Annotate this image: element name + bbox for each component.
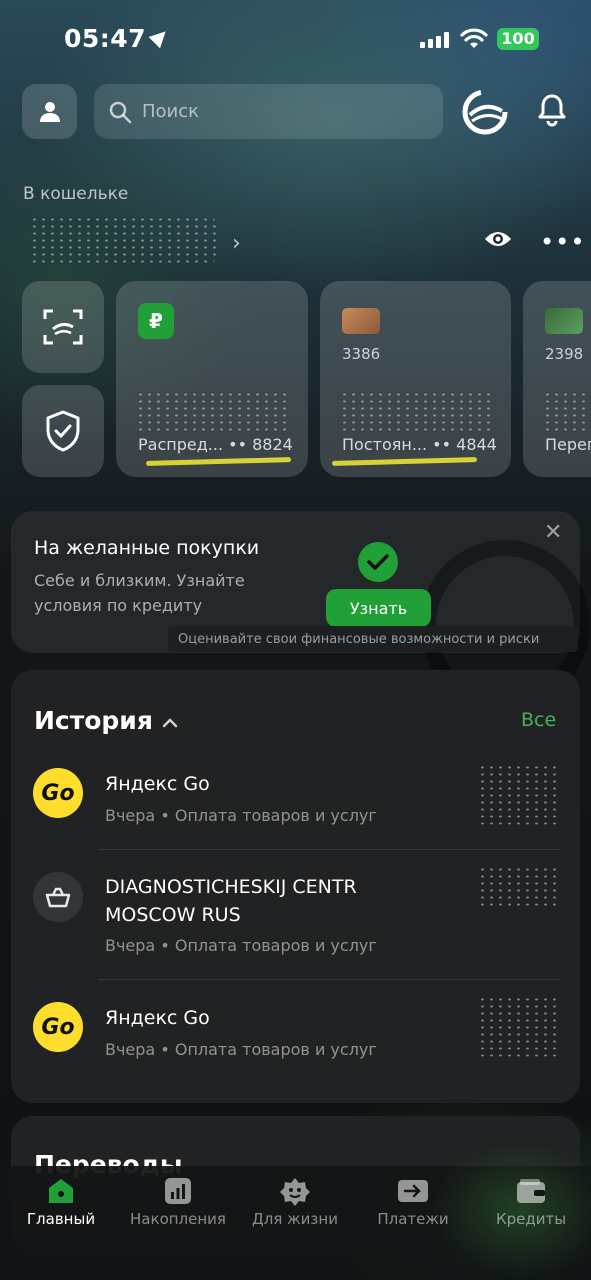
assistant-logo-icon[interactable]	[462, 89, 508, 135]
promo-disclaimer: Оценивайте свои финансовые возможности и…	[168, 626, 578, 652]
bank-card-icon	[342, 308, 380, 334]
tab-label: Кредиты	[495, 1210, 567, 1228]
bank-card-icon	[545, 308, 583, 334]
card-name: Постоян... •• 4844	[342, 435, 497, 454]
tab-label: Накопления	[130, 1210, 226, 1228]
wallet-label: В кошельке	[23, 184, 129, 204]
tab-home[interactable]: Главный	[6, 1176, 116, 1228]
eye-icon[interactable]	[484, 227, 512, 251]
wifi-icon	[460, 28, 488, 48]
history-item-title: DIAGNOSTICHESKIJ CENTR MOSCOW RUS	[105, 876, 357, 926]
card-balance-hidden	[340, 391, 490, 431]
highlight-underline	[145, 457, 292, 466]
tab-label: Платежи	[377, 1210, 449, 1228]
tab-savings[interactable]: Накопления	[123, 1176, 233, 1228]
scan-icon	[43, 309, 83, 345]
card-third[interactable]: 2398 Перег	[523, 281, 591, 477]
highlight-underline	[331, 457, 478, 466]
qr-scan-button[interactable]	[22, 281, 104, 373]
profile-button[interactable]	[22, 84, 77, 139]
home-icon	[49, 1179, 73, 1203]
status-time: 05:47	[64, 24, 172, 53]
divider	[98, 979, 560, 980]
tab-payments[interactable]: Платежи	[358, 1176, 468, 1228]
card-balance-hidden	[136, 391, 286, 431]
chevron-right-icon[interactable]: ›	[232, 231, 241, 256]
tab-credits[interactable]: Кредиты	[476, 1176, 586, 1228]
user-icon	[39, 101, 60, 122]
yandex-go-icon: Go	[33, 768, 83, 818]
card-name: Распред... •• 8824	[138, 435, 293, 454]
card-name: Перег	[545, 435, 591, 454]
card-number: 3386	[342, 345, 381, 363]
tab-label: Для жизни	[252, 1210, 338, 1228]
close-icon[interactable]: ✕	[544, 520, 562, 545]
history-item-amount-hidden	[478, 996, 558, 1060]
shield-icon	[46, 410, 80, 452]
search-placeholder: Поиск	[142, 101, 200, 122]
tab-lifestyle[interactable]: Для жизни	[240, 1176, 350, 1228]
battery-indicator: 100	[497, 28, 539, 50]
history-item-subtitle: Вчера • Оплата товаров и услуг	[105, 806, 377, 825]
history-item-subtitle: Вчера • Оплата товаров и услуг	[105, 936, 377, 955]
history-title[interactable]: История	[34, 706, 153, 735]
chart-icon	[165, 1178, 191, 1204]
card-balance-hidden	[543, 391, 591, 431]
smile-face-icon	[280, 1178, 310, 1206]
divider	[98, 849, 560, 850]
tab-label: Главный	[26, 1210, 96, 1228]
search-icon	[109, 101, 132, 123]
wallet-icon	[517, 1179, 545, 1203]
card-distribution[interactable]: ₽ Распред... •• 8824	[116, 281, 308, 477]
promo-subtitle: Себе и близким. Узнайте условия по креди…	[34, 571, 245, 615]
transfer-arrow-icon	[398, 1180, 428, 1202]
history-item-title: Яндекс Go	[105, 773, 210, 795]
check-icon	[358, 542, 398, 582]
search-input[interactable]: Поиск	[94, 84, 443, 139]
history-item-title: Яндекс Go	[105, 1007, 210, 1029]
card-number: 2398	[545, 345, 584, 363]
yandex-go-icon: Go	[33, 1002, 83, 1052]
history-item-amount-hidden	[478, 764, 558, 828]
cellular-signal-icon	[420, 32, 450, 48]
learn-more-button[interactable]: Узнать	[326, 589, 431, 627]
security-button[interactable]	[22, 385, 104, 477]
chevron-up-icon[interactable]	[162, 714, 178, 730]
history-all-link[interactable]: Все	[521, 709, 556, 731]
history-item-subtitle: Вчера • Оплата товаров и услуг	[105, 1040, 377, 1059]
wallet-balance-hidden[interactable]	[30, 216, 216, 264]
ruble-account-icon: ₽	[138, 303, 174, 339]
basket-icon	[33, 872, 83, 922]
notifications-bell-icon[interactable]	[536, 92, 568, 128]
promo-title: На желанные покупки	[34, 537, 260, 559]
location-arrow-icon	[148, 25, 172, 49]
history-item-amount-hidden	[478, 866, 558, 906]
card-permanent[interactable]: 3386 Постоян... •• 4844	[320, 281, 511, 477]
more-options-icon[interactable]: •••	[540, 228, 585, 256]
